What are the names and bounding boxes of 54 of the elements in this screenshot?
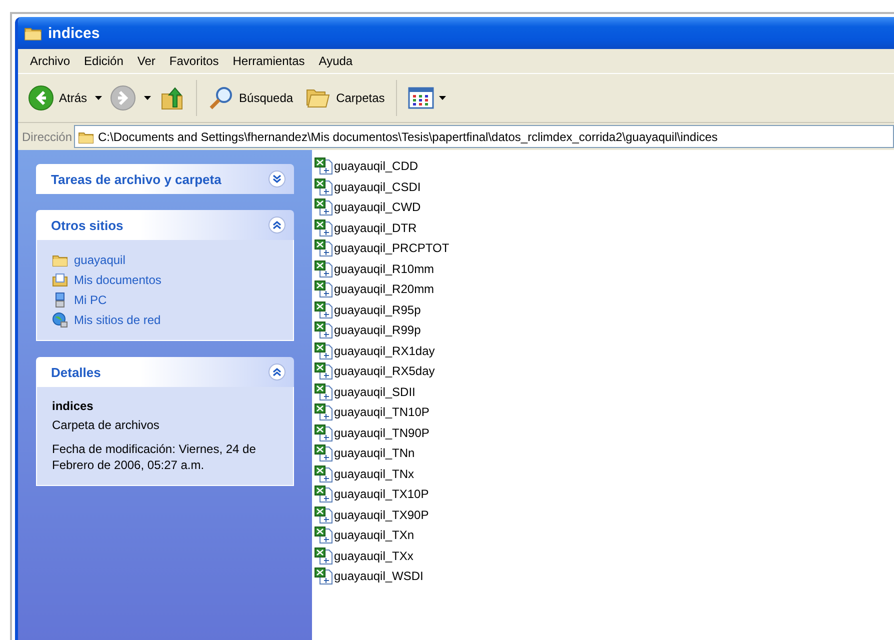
folder-up-icon: [159, 85, 186, 111]
documents-folder-icon: [52, 272, 68, 288]
place-link[interactable]: guayaquil: [74, 253, 126, 267]
menu-item[interactable]: Favoritos: [163, 52, 225, 70]
caret-icon[interactable]: [438, 96, 446, 100]
file-name[interactable]: guayauqil_CDD: [334, 159, 418, 174]
caret-icon[interactable]: [144, 96, 152, 100]
modified-date: Fecha de modificación: Viernes, 24 de Febrero de 2006, 05:27 a.m.: [52, 441, 257, 473]
menu-item[interactable]: Edición: [78, 52, 130, 70]
file-name[interactable]: guayauqil_TN90P: [334, 426, 430, 440]
file-name[interactable]: guayauqil_TX10P: [334, 487, 429, 502]
place-link[interactable]: Mis documentos: [74, 273, 162, 287]
back-button[interactable]: Atrás: [24, 83, 92, 113]
file-name[interactable]: guayauqil_CWD: [334, 200, 421, 214]
place-link[interactable]: Mi PC: [74, 293, 107, 307]
file-name[interactable]: guayauqil_DTR: [334, 220, 417, 235]
place-link[interactable]: Mis sitios de red: [74, 313, 161, 327]
folder-name: indices: [52, 399, 94, 413]
search-icon: [208, 85, 234, 111]
file-name[interactable]: guayauqil_R20mm: [334, 282, 434, 296]
file-name[interactable]: guayauqil_TXn: [334, 528, 414, 542]
file-name[interactable]: guayauqil_TX90P: [334, 508, 429, 522]
expand-icon[interactable]: [268, 170, 286, 188]
menu-item[interactable]: Ayuda: [312, 52, 359, 70]
collapse-icon[interactable]: [268, 216, 286, 234]
collapse-icon[interactable]: [268, 363, 286, 381]
network-globe-icon: [52, 312, 68, 328]
menu-item[interactable]: Ver: [131, 52, 162, 70]
file-name[interactable]: guayauqil_R10mm: [334, 262, 434, 276]
file-name[interactable]: guayauqil_CSDI: [334, 180, 421, 194]
caret-icon[interactable]: [95, 96, 102, 100]
file-name[interactable]: guayauqil_TNn: [334, 446, 415, 460]
folder-type: Carpeta de archivos: [52, 417, 160, 433]
file-name[interactable]: guayauqil_RX1day: [334, 344, 435, 358]
file-name[interactable]: guayauqil_R95p: [334, 302, 421, 317]
search-button[interactable]: Búsqueda: [204, 83, 298, 113]
address-field[interactable]: C:\Documents and Settings\fhernandez\Mis documentos\Tesis\papertfinal\datos_rclimdex_corrida2\guayaquil\indices: [74, 125, 894, 148]
menu-item[interactable]: Herramientas: [226, 52, 311, 70]
panel-header[interactable]: Otros sitios: [36, 210, 294, 240]
file-name[interactable]: guayauqil_TXx: [334, 548, 414, 563]
file-name[interactable]: guayauqil_TN10P: [334, 405, 430, 420]
address-label: Dirección: [22, 130, 72, 144]
file-name[interactable]: guayauqil_TNx: [334, 466, 414, 481]
file-name[interactable]: guayauqil_R99p: [334, 323, 421, 338]
file-name[interactable]: guayauqil_RX5day: [334, 364, 435, 378]
panel-header[interactable]: Detalles: [36, 357, 294, 387]
file-name[interactable]: guayauqil_SDII: [334, 384, 416, 399]
file-name[interactable]: guayauqil_PRCPTOT: [334, 241, 450, 256]
view-grid-icon: [408, 87, 434, 109]
folders-button[interactable]: Carpetas: [301, 83, 389, 113]
window-title: indices: [48, 24, 100, 42]
menu-item[interactable]: Archivo: [24, 52, 76, 70]
panel-header[interactable]: Tareas de archivo y carpeta: [36, 164, 294, 194]
file-name[interactable]: guayauqil_WSDI: [334, 569, 424, 584]
